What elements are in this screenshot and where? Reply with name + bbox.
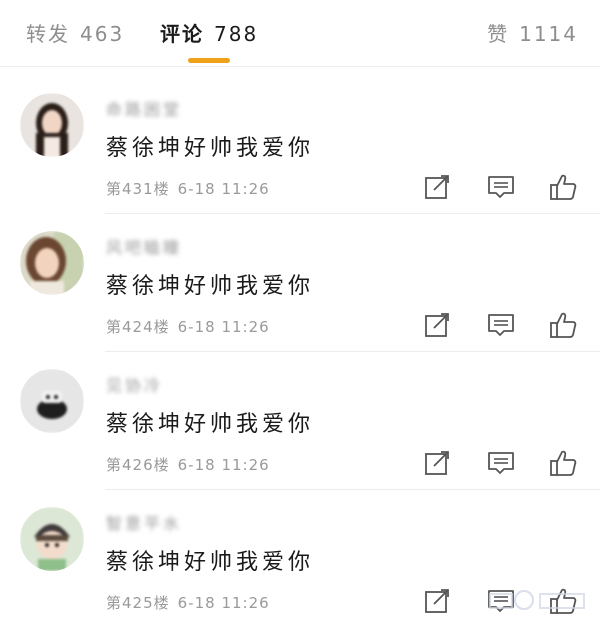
thumbs-up-icon xyxy=(550,450,577,476)
share-button[interactable] xyxy=(422,172,452,202)
tab-like-label: 赞 xyxy=(487,22,510,46)
comment-text: 蔡徐坤好帅我爱你 xyxy=(106,136,315,161)
watermark-logo-icon xyxy=(489,590,585,610)
comment-time: 6-18 11:26 xyxy=(177,318,270,336)
comment-meta: 第425楼 6-18 11:26 xyxy=(106,592,270,613)
username[interactable]: 智意平水 xyxy=(106,510,182,534)
avatar-cartoon-hat-icon xyxy=(20,507,84,571)
avatar[interactable] xyxy=(20,93,84,157)
comment-list: 命路困堂 蔡徐坤好帅我爱你 第431楼 6-18 11:26 风吧瞌瞳 蔡徐坤好… xyxy=(0,76,600,628)
avatar[interactable] xyxy=(20,231,84,295)
tab-like-count: 1114 xyxy=(519,22,578,46)
tab-like[interactable]: 赞 1114 xyxy=(487,18,578,47)
floor-number: 第424楼 xyxy=(106,318,170,336)
username[interactable]: 命路困堂 xyxy=(106,96,182,120)
reply-button[interactable] xyxy=(486,172,516,202)
username[interactable]: 见协冷 xyxy=(106,372,163,396)
comment-meta: 第424楼 6-18 11:26 xyxy=(106,316,270,337)
floor-number: 第431楼 xyxy=(106,180,170,198)
comment-time: 6-18 11:26 xyxy=(177,594,270,612)
comment-bubble-icon xyxy=(488,452,514,474)
comment-text: 蔡徐坤好帅我爱你 xyxy=(106,412,315,437)
like-button[interactable] xyxy=(548,310,578,340)
comment-time: 6-18 11:26 xyxy=(177,456,270,474)
avatar-girl-long-hair-icon xyxy=(20,93,84,157)
comment-item: 风吧瞌瞳 蔡徐坤好帅我爱你 第424楼 6-18 11:26 xyxy=(0,214,600,352)
like-button[interactable] xyxy=(548,448,578,478)
tab-repost[interactable]: 转发 463 xyxy=(26,18,124,47)
comment-time: 6-18 11:26 xyxy=(177,180,270,198)
comment-actions xyxy=(420,310,590,340)
share-button[interactable] xyxy=(422,448,452,478)
avatar[interactable] xyxy=(20,507,84,571)
share-edit-icon xyxy=(425,175,449,199)
floor-number: 第426楼 xyxy=(106,456,170,474)
avatar-default-gray-icon xyxy=(20,369,84,433)
tab-comment[interactable]: 评论 788 xyxy=(160,18,258,47)
thumbs-up-icon xyxy=(550,174,577,200)
comment-meta: 第426楼 6-18 11:26 xyxy=(106,454,270,475)
share-edit-icon xyxy=(425,589,449,613)
comment-bubble-icon xyxy=(488,176,514,198)
like-button[interactable] xyxy=(548,172,578,202)
comment-meta: 第431楼 6-18 11:26 xyxy=(106,178,270,199)
thumbs-up-icon xyxy=(550,312,577,338)
comment-item: 命路困堂 蔡徐坤好帅我爱你 第431楼 6-18 11:26 xyxy=(0,76,600,214)
tab-comment-label: 评论 xyxy=(160,22,204,46)
avatar[interactable] xyxy=(20,369,84,433)
reply-button[interactable] xyxy=(486,310,516,340)
comment-text: 蔡徐坤好帅我爱你 xyxy=(106,550,315,575)
share-button[interactable] xyxy=(422,310,452,340)
tab-repost-label: 转发 xyxy=(26,22,70,46)
username[interactable]: 风吧瞌瞳 xyxy=(106,234,182,258)
comment-actions xyxy=(420,172,590,202)
share-button[interactable] xyxy=(422,586,452,616)
floor-number: 第425楼 xyxy=(106,594,170,612)
comment-bubble-icon xyxy=(488,314,514,336)
share-edit-icon xyxy=(425,451,449,475)
tab-bar: 转发 463 评论 788 赞 1114 xyxy=(0,0,600,67)
tab-repost-count: 463 xyxy=(80,22,125,46)
comment-actions xyxy=(420,448,590,478)
comment-item: 见协冷 蔡徐坤好帅我爱你 第426楼 6-18 11:26 xyxy=(0,352,600,490)
share-edit-icon xyxy=(425,313,449,337)
reply-button[interactable] xyxy=(486,448,516,478)
avatar-girl-smiling-icon xyxy=(20,231,84,295)
tab-comment-count: 788 xyxy=(214,22,259,46)
active-tab-indicator xyxy=(188,58,230,63)
comment-text: 蔡徐坤好帅我爱你 xyxy=(106,274,315,299)
